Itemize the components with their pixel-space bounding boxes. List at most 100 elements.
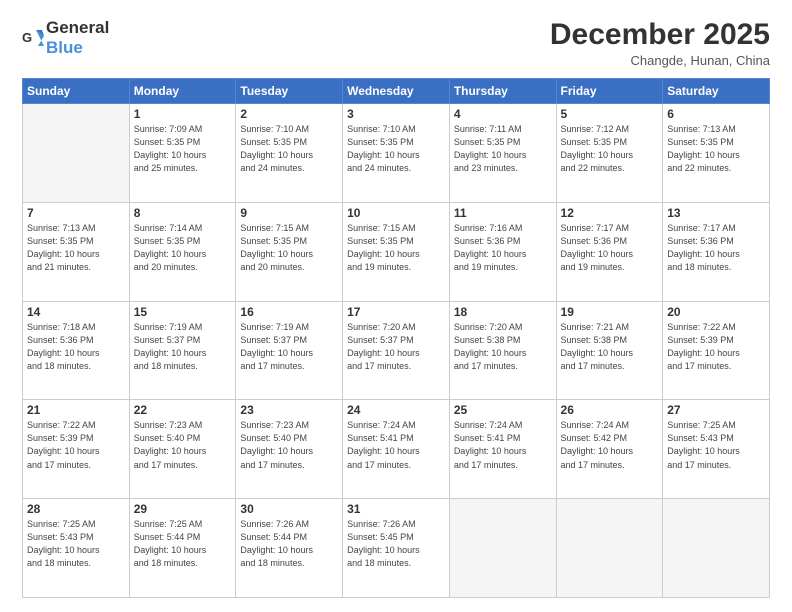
day-number: 16 [240, 305, 338, 319]
table-cell: 15 Sunrise: 7:19 AMSunset: 5:37 PMDayligh… [129, 301, 236, 400]
day-info: Sunrise: 7:20 AMSunset: 5:38 PMDaylight:… [454, 321, 552, 373]
day-info: Sunrise: 7:20 AMSunset: 5:37 PMDaylight:… [347, 321, 445, 373]
day-number: 8 [134, 206, 232, 220]
day-info: Sunrise: 7:23 AMSunset: 5:40 PMDaylight:… [240, 419, 338, 471]
title-block: December 2025 Changde, Hunan, China [550, 18, 770, 68]
day-number: 24 [347, 403, 445, 417]
table-cell: 10 Sunrise: 7:15 AMSunset: 5:35 PMDayligh… [343, 202, 450, 301]
table-row: 28Sunrise: 7:25 AMSunset: 5:43 PMDayligh… [23, 499, 770, 598]
day-number: 11 [454, 206, 552, 220]
col-tuesday: Tuesday [236, 79, 343, 104]
day-number: 17 [347, 305, 445, 319]
day-info: Sunrise: 7:13 AMSunset: 5:35 PMDaylight:… [27, 222, 125, 274]
table-cell: 29 Sunrise: 7:25 AMSunset: 5:44 PMDayligh… [129, 499, 236, 598]
day-info: Sunrise: 7:17 AMSunset: 5:36 PMDaylight:… [667, 222, 765, 274]
month-title: December 2025 [550, 18, 770, 51]
logo-blue: Blue [46, 38, 83, 57]
table-cell: 25 Sunrise: 7:24 AMSunset: 5:41 PMDayligh… [449, 400, 556, 499]
col-monday: Monday [129, 79, 236, 104]
table-row: 7 Sunrise: 7:13 AMSunset: 5:35 PMDaylight… [23, 202, 770, 301]
day-info: Sunrise: 7:24 AMSunset: 5:42 PMDaylight:… [561, 419, 659, 471]
day-number: 19 [561, 305, 659, 319]
table-cell: 28Sunrise: 7:25 AMSunset: 5:43 PMDayligh… [23, 499, 130, 598]
table-cell: 16 Sunrise: 7:19 AMSunset: 5:37 PMDayligh… [236, 301, 343, 400]
day-info: Sunrise: 7:13 AMSunset: 5:35 PMDaylight:… [667, 123, 765, 175]
table-cell: 31Sunrise: 7:26 AMSunset: 5:45 PMDayligh… [343, 499, 450, 598]
day-info: Sunrise: 7:22 AMSunset: 5:39 PMDaylight:… [27, 419, 125, 471]
table-cell: 12 Sunrise: 7:17 AMSunset: 5:36 PMDayligh… [556, 202, 663, 301]
logo-icon: G [22, 28, 44, 48]
day-info: Sunrise: 7:10 AMSunset: 5:35 PMDaylight:… [240, 123, 338, 175]
table-cell: 6 Sunrise: 7:13 AMSunset: 5:35 PMDaylight… [663, 104, 770, 203]
table-row: 14Sunrise: 7:18 AMSunset: 5:36 PMDayligh… [23, 301, 770, 400]
day-info: Sunrise: 7:17 AMSunset: 5:36 PMDaylight:… [561, 222, 659, 274]
table-cell: 18 Sunrise: 7:20 AMSunset: 5:38 PMDayligh… [449, 301, 556, 400]
header: G General Blue December 2025 Changde, Hu… [22, 18, 770, 68]
table-cell: 13 Sunrise: 7:17 AMSunset: 5:36 PMDayligh… [663, 202, 770, 301]
col-thursday: Thursday [449, 79, 556, 104]
day-number: 10 [347, 206, 445, 220]
day-number: 1 [134, 107, 232, 121]
table-cell: 2 Sunrise: 7:10 AMSunset: 5:35 PMDaylight… [236, 104, 343, 203]
calendar-table: Sunday Monday Tuesday Wednesday Thursday… [22, 78, 770, 598]
day-info: Sunrise: 7:15 AMSunset: 5:35 PMDaylight:… [240, 222, 338, 274]
table-cell: 19 Sunrise: 7:21 AMSunset: 5:38 PMDayligh… [556, 301, 663, 400]
table-cell: 14Sunrise: 7:18 AMSunset: 5:36 PMDayligh… [23, 301, 130, 400]
col-friday: Friday [556, 79, 663, 104]
table-cell [556, 499, 663, 598]
day-number: 4 [454, 107, 552, 121]
day-number: 22 [134, 403, 232, 417]
day-number: 9 [240, 206, 338, 220]
day-info: Sunrise: 7:24 AMSunset: 5:41 PMDaylight:… [454, 419, 552, 471]
day-number: 5 [561, 107, 659, 121]
day-number: 3 [347, 107, 445, 121]
day-info: Sunrise: 7:09 AMSunset: 5:35 PMDaylight:… [134, 123, 232, 175]
day-info: Sunrise: 7:26 AMSunset: 5:44 PMDaylight:… [240, 518, 338, 570]
day-number: 28 [27, 502, 125, 516]
day-number: 20 [667, 305, 765, 319]
day-number: 13 [667, 206, 765, 220]
day-number: 30 [240, 502, 338, 516]
day-number: 7 [27, 206, 125, 220]
table-cell: 1 Sunrise: 7:09 AMSunset: 5:35 PMDaylight… [129, 104, 236, 203]
day-number: 6 [667, 107, 765, 121]
table-cell: 7 Sunrise: 7:13 AMSunset: 5:35 PMDaylight… [23, 202, 130, 301]
table-cell: 9 Sunrise: 7:15 AMSunset: 5:35 PMDaylight… [236, 202, 343, 301]
day-info: Sunrise: 7:21 AMSunset: 5:38 PMDaylight:… [561, 321, 659, 373]
day-info: Sunrise: 7:12 AMSunset: 5:35 PMDaylight:… [561, 123, 659, 175]
location: Changde, Hunan, China [550, 53, 770, 68]
day-number: 29 [134, 502, 232, 516]
day-number: 26 [561, 403, 659, 417]
table-cell: 3 Sunrise: 7:10 AMSunset: 5:35 PMDaylight… [343, 104, 450, 203]
day-number: 2 [240, 107, 338, 121]
table-cell: 8 Sunrise: 7:14 AMSunset: 5:35 PMDaylight… [129, 202, 236, 301]
svg-text:G: G [22, 30, 32, 45]
day-info: Sunrise: 7:25 AMSunset: 5:44 PMDaylight:… [134, 518, 232, 570]
col-sunday: Sunday [23, 79, 130, 104]
day-number: 25 [454, 403, 552, 417]
day-info: Sunrise: 7:23 AMSunset: 5:40 PMDaylight:… [134, 419, 232, 471]
col-saturday: Saturday [663, 79, 770, 104]
day-info: Sunrise: 7:19 AMSunset: 5:37 PMDaylight:… [240, 321, 338, 373]
day-info: Sunrise: 7:22 AMSunset: 5:39 PMDaylight:… [667, 321, 765, 373]
col-wednesday: Wednesday [343, 79, 450, 104]
day-number: 12 [561, 206, 659, 220]
day-info: Sunrise: 7:14 AMSunset: 5:35 PMDaylight:… [134, 222, 232, 274]
table-row: 21 Sunrise: 7:22 AMSunset: 5:39 PMDayligh… [23, 400, 770, 499]
day-info: Sunrise: 7:24 AMSunset: 5:41 PMDaylight:… [347, 419, 445, 471]
day-info: Sunrise: 7:10 AMSunset: 5:35 PMDaylight:… [347, 123, 445, 175]
day-info: Sunrise: 7:15 AMSunset: 5:35 PMDaylight:… [347, 222, 445, 274]
day-number: 21 [27, 403, 125, 417]
table-cell [663, 499, 770, 598]
table-cell: 11Sunrise: 7:16 AMSunset: 5:36 PMDayligh… [449, 202, 556, 301]
table-cell: 21 Sunrise: 7:22 AMSunset: 5:39 PMDayligh… [23, 400, 130, 499]
day-number: 15 [134, 305, 232, 319]
day-number: 27 [667, 403, 765, 417]
day-info: Sunrise: 7:25 AMSunset: 5:43 PMDaylight:… [667, 419, 765, 471]
table-cell: 5 Sunrise: 7:12 AMSunset: 5:35 PMDaylight… [556, 104, 663, 203]
day-info: Sunrise: 7:19 AMSunset: 5:37 PMDaylight:… [134, 321, 232, 373]
day-info: Sunrise: 7:11 AMSunset: 5:35 PMDaylight:… [454, 123, 552, 175]
calendar-page: G General Blue December 2025 Changde, Hu… [0, 0, 792, 612]
day-number: 18 [454, 305, 552, 319]
table-cell: 4 Sunrise: 7:11 AMSunset: 5:35 PMDaylight… [449, 104, 556, 203]
